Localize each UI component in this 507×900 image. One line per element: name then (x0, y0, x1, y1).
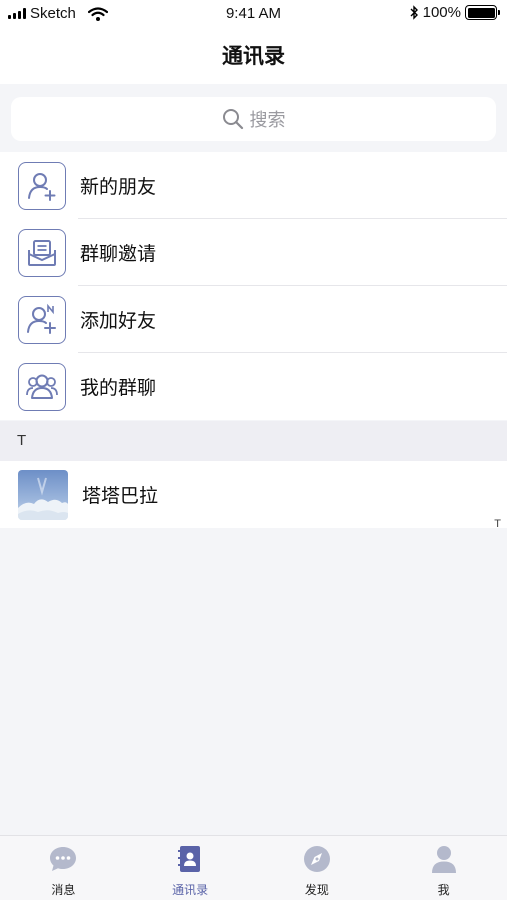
tab-contacts[interactable]: 通讯录 (127, 836, 254, 900)
page-title: 通讯录 (222, 44, 285, 68)
search-input[interactable]: 搜索 (11, 97, 496, 141)
battery-percent: 100% (422, 4, 461, 21)
menu-item-group-invites[interactable]: 群聊邀请 (0, 219, 507, 286)
chat-bubble-icon (48, 844, 78, 874)
search-icon (222, 109, 243, 130)
tab-label: 发现 (304, 883, 329, 897)
tab-discover[interactable]: 发现 (254, 836, 381, 900)
contacts-book-icon (175, 844, 205, 874)
tab-label: 通讯录 (172, 883, 209, 897)
search-placeholder: 搜索 (249, 110, 286, 131)
bluetooth-icon (410, 5, 418, 20)
user-plus-icon (18, 161, 66, 210)
index-letter-t[interactable]: T (494, 518, 501, 530)
nav-bar: 通讯录 (0, 26, 507, 84)
search-area: 搜索 (0, 84, 507, 152)
menu-item-add-friend[interactable]: 添加好友 (0, 286, 507, 353)
user-add-n-icon (18, 295, 66, 344)
function-menu: 新的朋友 群聊邀请 添加好友 我的群聊 (0, 152, 507, 420)
menu-label: 我的群聊 (80, 377, 157, 399)
compass-icon (302, 844, 332, 874)
tab-me[interactable]: 我 (380, 836, 507, 900)
menu-item-new-friends[interactable]: 新的朋友 (0, 152, 507, 219)
menu-label: 新的朋友 (80, 176, 157, 198)
status-bar: Sketch 9:41 AM 100% (0, 0, 507, 26)
tab-label: 消息 (51, 883, 76, 897)
contact-row[interactable]: 塔塔巴拉 (0, 461, 507, 528)
tab-bar: 消息 通讯录 发现 我 (0, 835, 507, 900)
menu-label: 添加好友 (80, 310, 157, 332)
menu-label: 群聊邀请 (80, 243, 157, 265)
section-header: T (0, 421, 507, 461)
envelope-icon (18, 228, 66, 277)
person-icon (429, 844, 459, 874)
group-icon (18, 362, 66, 411)
battery-icon (465, 5, 500, 20)
section-letter: T (17, 432, 27, 449)
tab-label: 我 (437, 883, 450, 897)
tab-messages[interactable]: 消息 (0, 836, 127, 900)
menu-item-my-groups[interactable]: 我的群聊 (0, 353, 507, 420)
contact-name: 塔塔巴拉 (82, 485, 159, 507)
avatar (18, 469, 68, 520)
